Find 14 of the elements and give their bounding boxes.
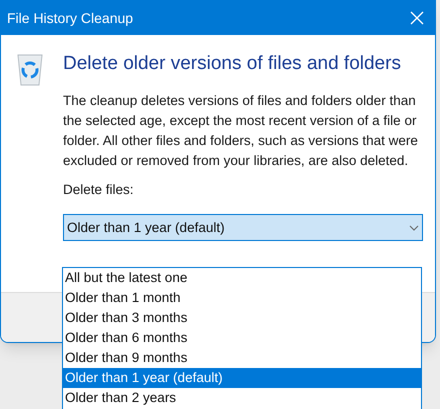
- dropdown-option[interactable]: Older than 1 year (default): [63, 368, 421, 388]
- dropdown-option[interactable]: Older than 9 months: [63, 348, 421, 368]
- description-text: The cleanup deletes versions of files and folders older than the selected age, except the most recent version of a file or folder. All other files and folders, such as versions that were excluded or removed from your libraries, are also deleted.: [63, 92, 419, 170]
- dropdown-option[interactable]: Older than 1 month: [63, 288, 421, 308]
- chevron-down-icon: [409, 224, 419, 231]
- close-icon[interactable]: [409, 10, 425, 26]
- window-title: File History Cleanup: [7, 8, 134, 28]
- dropdown-option[interactable]: Older than 6 months: [63, 328, 421, 348]
- dropdown-option[interactable]: Older than 2 years: [63, 388, 421, 408]
- dropdown-option[interactable]: Older than 3 months: [63, 308, 421, 328]
- dialog-heading: Delete older versions of files and folders: [63, 52, 402, 76]
- delete-files-dropdown[interactable]: Older than 1 year (default): [63, 214, 423, 242]
- delete-files-label: Delete files:: [63, 181, 135, 199]
- dropdown-option[interactable]: All but the latest one: [63, 268, 421, 288]
